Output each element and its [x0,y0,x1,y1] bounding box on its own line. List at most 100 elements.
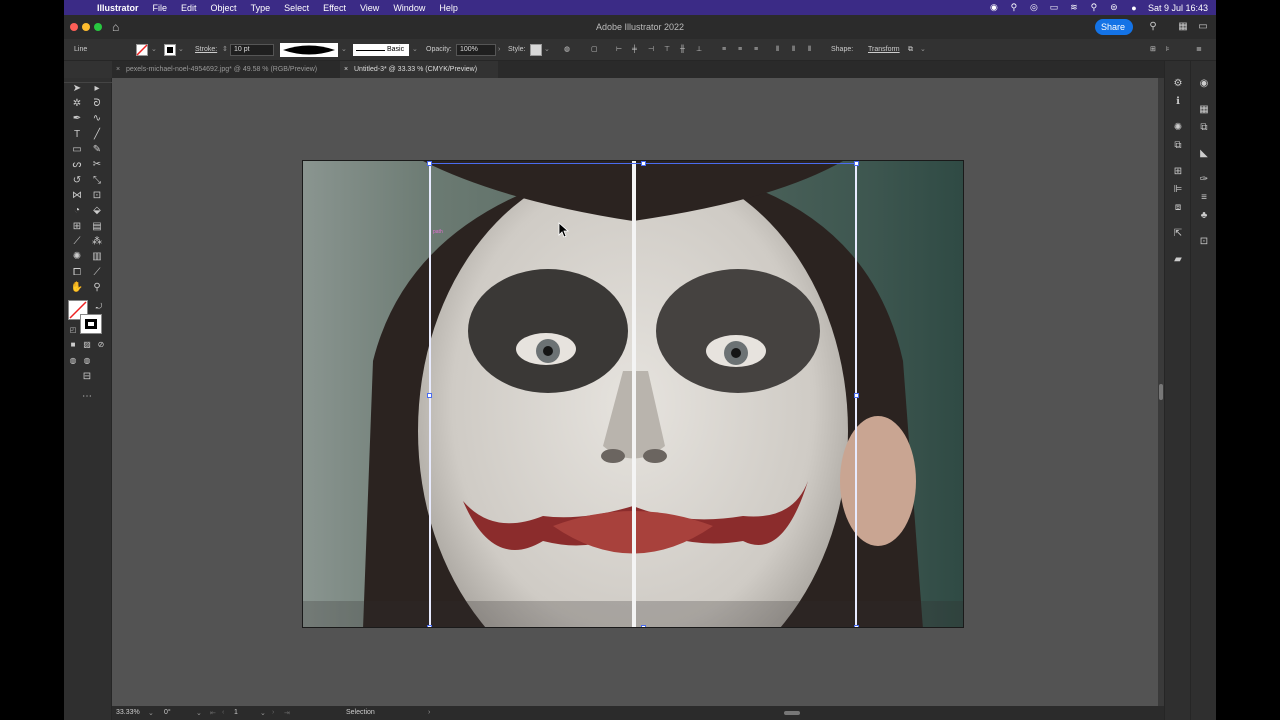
opacity-field[interactable]: 100% [456,44,496,56]
color-mode-icon[interactable]: ■ [66,338,80,352]
recolor-artwork-icon[interactable]: ◍ [564,44,570,56]
menu-view[interactable]: View [353,3,386,13]
menu-app-name[interactable]: Illustrator [90,3,146,13]
artboard-tool-icon[interactable]: ⧠ [70,266,84,280]
screen-mode-icon[interactable]: ⊟ [80,370,94,384]
distribute-right-icon[interactable]: ⦀ [808,44,811,56]
draw-normal-icon[interactable]: ◍ [66,354,80,368]
close-tab-icon[interactable]: × [344,61,348,78]
airdrop-icon[interactable]: ⚲ [1008,2,1020,13]
record-icon[interactable]: ◎ [1028,2,1040,13]
zoom-dropdown-icon[interactable]: ⌄ [148,709,154,717]
gradient-tool-icon[interactable]: ▤ [90,220,104,234]
menu-window[interactable]: Window [386,3,432,13]
align-top-icon[interactable]: ⊤ [664,44,670,56]
control-bar-menu-icon[interactable]: ≣ [1196,44,1202,56]
next-artboard-icon[interactable]: › [272,709,274,716]
rectangle-tool-icon[interactable]: ▭ [70,143,84,157]
default-fill-stroke-icon[interactable]: ◰ [66,324,80,338]
swatches-panel-icon[interactable]: ▦ [1197,103,1211,117]
isolate-icon[interactable]: ⧉ [908,44,913,56]
gradient-mode-icon[interactable]: ▨ [80,338,94,352]
pen-tool-icon[interactable]: ✒ [70,112,84,126]
brush-dropdown-icon[interactable]: ⌄ [412,44,418,56]
comments-panel-icon[interactable]: ▰ [1171,253,1185,267]
menu-object[interactable]: Object [204,3,244,13]
arrange-icon[interactable]: ⊞ [1150,44,1156,56]
opacity-label[interactable]: Opacity: [426,44,452,56]
distribute-left-icon[interactable]: ⦀ [776,44,779,56]
menubar-clock[interactable]: Sat 9 Jul 16:43 [1148,3,1208,13]
swap-fill-stroke-icon[interactable]: ⤾ [92,300,106,314]
appearance-panel-icon[interactable]: ◉ [1197,77,1211,91]
align-left-icon[interactable]: ⊢ [616,44,622,56]
wifi-icon[interactable]: ≋ [1068,2,1080,13]
handle-middle-left[interactable] [427,393,432,398]
align-bottom-icon[interactable]: ⊥ [696,44,702,56]
last-artboard-icon[interactable]: ⇥ [284,709,290,717]
artboard-number[interactable]: 1 [234,709,238,716]
menu-edit[interactable]: Edit [174,3,204,13]
fill-swatch[interactable] [136,44,148,56]
tab-document-1[interactable]: × pexels-michael-noel-4954692.jpg* @ 49.… [112,61,338,78]
curvature-tool-icon[interactable]: ∿ [90,112,104,126]
blend-tool-icon[interactable]: ⁂ [90,235,104,249]
stroke-panel-icon[interactable]: ≡ [1197,191,1211,205]
selection-tool-icon[interactable]: ➤ [70,82,84,96]
canvas-area[interactable]: path [112,78,1164,706]
handle-top-right[interactable] [854,161,859,166]
current-tool-status[interactable]: Selection [346,709,375,716]
brushes-panel-icon[interactable]: ✑ [1197,173,1211,187]
none-mode-icon[interactable]: ⊘ [94,338,108,352]
battery-icon[interactable]: ▭ [1048,2,1060,13]
hand-tool-icon[interactable]: ✋ [70,281,84,295]
lasso-tool-icon[interactable]: ᘐ [90,97,104,111]
stroke-dropdown-icon[interactable]: ⌄ [178,44,184,56]
shape-label[interactable]: Shape: [831,44,853,56]
slice-tool-icon[interactable]: ⟋ [90,266,104,280]
distribute-vcenter-icon[interactable]: ≡ [738,44,742,56]
magic-wand-tool-icon[interactable]: ✲ [70,97,84,111]
column-graph-tool-icon[interactable]: ▥ [90,250,104,264]
symbols-panel-icon[interactable]: ♣ [1197,209,1211,223]
selection-bounding-box[interactable] [429,163,857,627]
menu-file[interactable]: File [146,3,175,13]
export-panel-icon[interactable]: ⇱ [1171,227,1185,241]
transform-dropdown-icon[interactable]: ⌄ [920,44,926,56]
zoom-tool-icon[interactable]: ⚲ [90,281,104,295]
arrange-documents-icon[interactable]: ▭ [1196,20,1210,34]
previous-artboard-icon[interactable]: ‹ [222,709,224,716]
siri-icon[interactable]: ● [1128,3,1140,13]
workspace-switcher-icon[interactable]: ▦ [1176,20,1190,34]
search-icon[interactable]: ⚲ [1146,20,1160,34]
free-transform-tool-icon[interactable]: ⊡ [90,189,104,203]
handle-top-center[interactable] [641,161,646,166]
rotation-angle[interactable]: 0° [164,709,171,716]
transform-label[interactable]: Transform [868,44,900,56]
info-panel-icon[interactable]: ℹ [1171,95,1185,109]
scissors-tool-icon[interactable]: ✂ [90,158,104,172]
stroke-label[interactable]: Stroke: [195,44,217,56]
menu-help[interactable]: Help [432,3,465,13]
distribute-hcenter-icon[interactable]: ⦀ [792,44,795,56]
symbol-sprayer-tool-icon[interactable]: ✺ [70,250,84,264]
profile-dropdown-icon[interactable]: ⌄ [341,44,347,56]
eyedropper-tool-icon[interactable]: ⟋ [70,235,84,249]
stroke-swatch[interactable] [164,44,176,56]
align-to-icon[interactable]: ▢ [591,44,598,56]
pathfinder-panel-icon[interactable]: ⧈ [1171,201,1185,215]
gradient-panel-icon[interactable]: ◣ [1197,147,1211,161]
distribute-top-icon[interactable]: ≡ [722,44,726,56]
tab-document-2[interactable]: × Untitled-3* @ 33.33 % (CMYK/Preview) [340,61,498,78]
shape-builder-tool-icon[interactable]: ◔ [70,204,84,218]
panel-menu-icon[interactable]: ⊧ [1166,44,1170,56]
spotlight-search-icon[interactable]: ⚲ [1088,2,1100,13]
align-panel-icon[interactable]: ⊫ [1171,183,1185,197]
properties-panel-icon[interactable]: ⚙ [1171,77,1185,91]
creative-cloud-icon[interactable]: ◉ [988,2,1000,13]
edit-toolbar-icon[interactable]: ⋯ [80,390,94,404]
image-trace-panel-icon[interactable]: ⧉ [1171,139,1185,153]
handle-top-left[interactable] [427,161,432,166]
layers-copy-panel-icon[interactable]: ⧉ [1197,121,1211,135]
fill-dropdown-icon[interactable]: ⌄ [151,44,157,56]
